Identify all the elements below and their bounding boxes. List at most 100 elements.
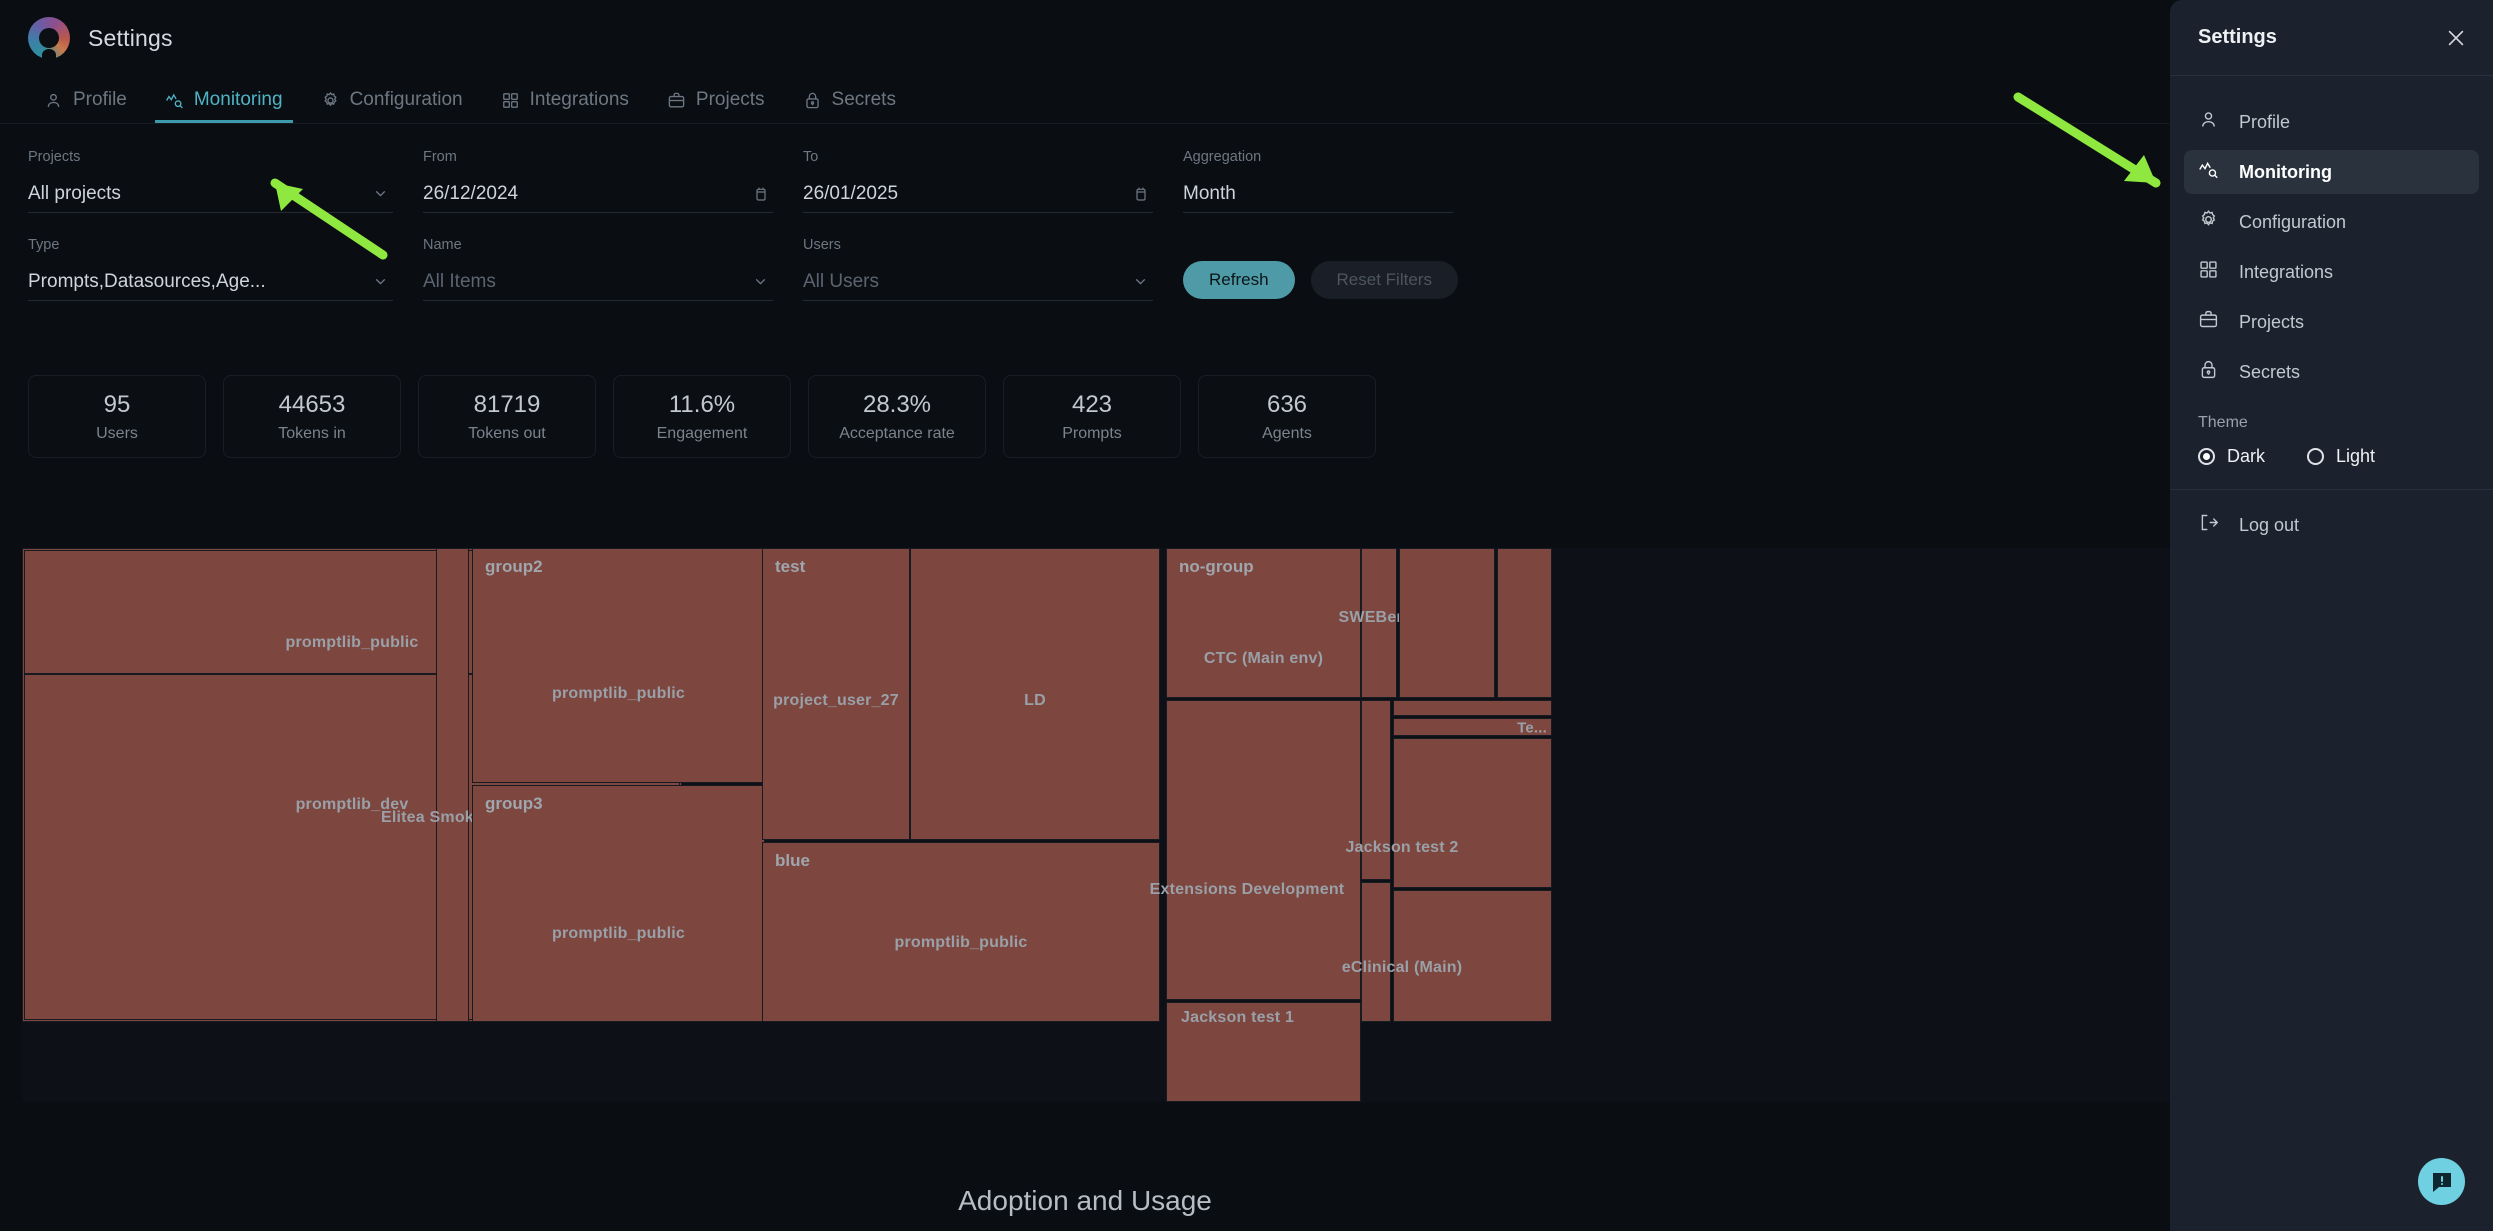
stat-cards: 95 Users 44653 Tokens in 81719 Tokens ou… bbox=[28, 375, 1376, 458]
treemap-leaf-label: promptlib_public bbox=[552, 685, 685, 702]
treemap-group-label: group2 bbox=[485, 557, 543, 576]
sidebar-item-secrets[interactable]: Secrets bbox=[2184, 350, 2479, 394]
calendar-icon[interactable] bbox=[1133, 186, 1149, 202]
app-root: Settings + Prompt Profile bbox=[0, 0, 2493, 1231]
filter-actions: Refresh Reset Filters bbox=[1183, 237, 1458, 301]
settings-tabbar: Profile Monitoring Configuration Integra… bbox=[0, 76, 2170, 124]
user-icon bbox=[2198, 109, 2219, 135]
gear-icon bbox=[321, 91, 340, 110]
treemap-cell-group2[interactable]: group2 promptlib_public bbox=[472, 548, 765, 783]
tab-profile[interactable]: Profile bbox=[26, 77, 145, 123]
stat-card: 44653 Tokens in bbox=[223, 375, 401, 458]
type-filter-value: Prompts,Datasources,Age... bbox=[28, 270, 266, 292]
tab-projects[interactable]: Projects bbox=[649, 77, 783, 123]
radio-icon[interactable] bbox=[2198, 448, 2215, 465]
filter-row-1: Projects All projects From 26/12/2024 To… bbox=[28, 149, 2142, 213]
type-filter[interactable]: Type Prompts,Datasources,Age... bbox=[28, 237, 423, 301]
stat-value: 423 bbox=[1071, 390, 1113, 418]
stat-label: Tokens in bbox=[278, 424, 346, 442]
radio-icon[interactable] bbox=[2307, 448, 2325, 465]
tab-integrations[interactable]: Integrations bbox=[483, 77, 647, 123]
stat-value: 81719 bbox=[473, 390, 541, 418]
aggregation-value: Month bbox=[1183, 182, 1236, 204]
stat-card: 95 Users bbox=[28, 375, 206, 458]
reset-filters-button[interactable]: Reset Filters bbox=[1310, 261, 1458, 299]
logout-button[interactable]: Log out bbox=[2198, 512, 2465, 538]
users-filter[interactable]: Users All Users bbox=[803, 237, 1183, 301]
treemap-group-label: group3 bbox=[485, 794, 543, 813]
chat-alert-icon[interactable] bbox=[2418, 1158, 2465, 1205]
stat-card: 11.6% Engagement bbox=[613, 375, 791, 458]
treemap-leaf-label: Jackson test 1 bbox=[1181, 1009, 1295, 1026]
user-icon bbox=[44, 91, 63, 110]
stat-card: 423 Prompts bbox=[1003, 375, 1181, 458]
treemap-leaf-label: promptlib_public bbox=[552, 925, 685, 942]
lock-icon bbox=[2198, 359, 2219, 385]
sidebar-item-label: Integrations bbox=[2239, 261, 2334, 282]
treemap-leaf-jackson-test-1[interactable]: Jackson test 1 bbox=[1166, 1002, 1361, 1102]
filter-bar: Projects All projects From 26/12/2024 To… bbox=[0, 125, 2170, 360]
settings-drawer-title: Settings bbox=[2198, 26, 2277, 48]
treemap-leaf-right-2[interactable] bbox=[1497, 548, 1552, 698]
stat-value: 636 bbox=[1266, 390, 1308, 418]
name-filter[interactable]: Name All Items bbox=[423, 237, 803, 301]
settings-drawer: Settings Profile Monitoring Configuratio… bbox=[2170, 0, 2493, 1231]
from-date-label: From bbox=[423, 149, 457, 165]
theme-section: Theme Dark Light bbox=[2170, 400, 2493, 490]
sidebar-item-configuration[interactable]: Configuration bbox=[2184, 200, 2479, 244]
tab-label: Secrets bbox=[831, 89, 896, 110]
stat-label: Acceptance rate bbox=[839, 424, 955, 442]
sidebar-item-label: Projects bbox=[2239, 311, 2305, 332]
from-date-value: 26/12/2024 bbox=[423, 182, 519, 204]
type-filter-label: Type bbox=[28, 237, 60, 253]
chevron-down-icon[interactable] bbox=[372, 273, 389, 290]
logout-icon bbox=[2198, 512, 2219, 538]
treemap-group-label: no-group bbox=[1179, 557, 1254, 576]
treemap-leaf-label: Jackson test 2 bbox=[1345, 839, 1459, 856]
chevron-down-icon[interactable] bbox=[372, 185, 389, 202]
stat-value: 44653 bbox=[278, 390, 346, 418]
sidebar-item-label: Monitoring bbox=[2239, 161, 2332, 182]
chevron-down-icon[interactable] bbox=[1132, 273, 1149, 290]
section-title: Adoption and Usage bbox=[958, 1185, 1212, 1216]
close-icon[interactable] bbox=[2445, 27, 2467, 49]
treemap-cell-test[interactable]: test project_user_27 bbox=[762, 548, 910, 840]
stat-label: Users bbox=[96, 424, 138, 442]
users-filter-value: All Users bbox=[803, 270, 880, 292]
projects-filter[interactable]: Projects All projects bbox=[28, 149, 423, 213]
stat-value: 28.3% bbox=[862, 390, 932, 418]
sidebar-item-projects[interactable]: Projects bbox=[2184, 300, 2479, 344]
users-filter-label: Users bbox=[803, 237, 841, 253]
sidebar-item-label: Configuration bbox=[2239, 211, 2347, 232]
calendar-icon[interactable] bbox=[753, 186, 769, 202]
tab-secrets[interactable]: Secrets bbox=[785, 77, 914, 123]
sidebar-item-monitoring[interactable]: Monitoring bbox=[2184, 150, 2479, 194]
treemap-group-label: blue bbox=[775, 851, 810, 870]
briefcase-icon bbox=[667, 91, 686, 110]
sidebar-item-label: Secrets bbox=[2239, 361, 2301, 382]
tab-monitoring[interactable]: Monitoring bbox=[147, 77, 301, 123]
stat-label: Tokens out bbox=[468, 424, 546, 442]
theme-option-light[interactable]: Light bbox=[2307, 446, 2375, 467]
tab-label: Projects bbox=[695, 89, 765, 110]
to-date-filter[interactable]: To 26/01/2025 bbox=[803, 149, 1183, 213]
projects-filter-label: Projects bbox=[28, 149, 81, 165]
stat-card: 636 Agents bbox=[1198, 375, 1376, 458]
monitoring-icon bbox=[165, 91, 184, 110]
treemap-cell-group3[interactable]: group3 promptlib_public bbox=[472, 785, 765, 1022]
refresh-button[interactable]: Refresh bbox=[1183, 261, 1295, 299]
name-filter-label: Name bbox=[423, 237, 462, 253]
sidebar-item-integrations[interactable]: Integrations bbox=[2184, 250, 2479, 294]
theme-option-dark[interactable]: Dark bbox=[2198, 446, 2265, 467]
treemap-leaf-right-1[interactable] bbox=[1399, 548, 1495, 698]
grid-icon bbox=[501, 91, 520, 110]
stat-label: Agents bbox=[1262, 424, 1312, 442]
tab-configuration[interactable]: Configuration bbox=[303, 77, 481, 123]
chevron-down-icon[interactable] bbox=[752, 273, 769, 290]
settings-drawer-header: Settings bbox=[2170, 0, 2493, 76]
aggregation-filter[interactable]: Aggregation Month bbox=[1183, 149, 1483, 213]
aggregation-label: Aggregation bbox=[1183, 149, 1262, 165]
lock-icon bbox=[803, 91, 822, 110]
from-date-filter[interactable]: From 26/12/2024 bbox=[423, 149, 803, 213]
sidebar-item-profile[interactable]: Profile bbox=[2184, 100, 2479, 144]
